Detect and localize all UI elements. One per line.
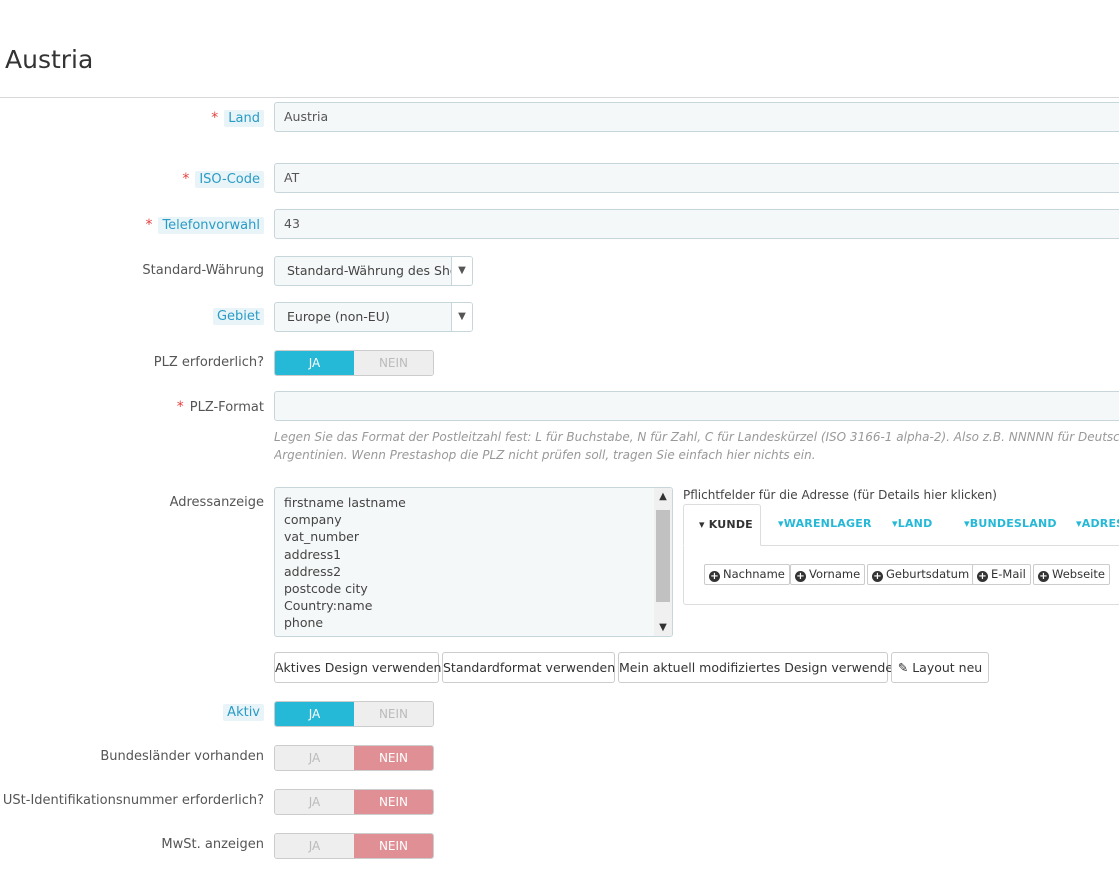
zone-label: Gebiet (212, 308, 264, 325)
address-scrollbar[interactable]: ▲ ▼ (654, 488, 672, 636)
show-tax-label: MwSt. anzeigen (161, 837, 264, 852)
zip-required-yes[interactable]: JA (275, 351, 354, 375)
required-marker: * (182, 171, 190, 187)
land-input[interactable]: Austria (274, 102, 1119, 132)
iso-input[interactable]: AT (274, 163, 1119, 193)
address-line: vat_number (284, 529, 359, 545)
required-fields-link[interactable]: Pflichtfelder für die Adresse (für Detai… (683, 488, 997, 502)
field-button-webseite[interactable]: + Webseite (1033, 564, 1110, 585)
eraser-icon: ✎ (897, 660, 913, 675)
scroll-down-icon[interactable]: ▼ (654, 622, 672, 633)
address-line: firstname lastname (284, 495, 406, 510)
tab-warenlager[interactable]: ▾WARENLAGER (778, 504, 872, 546)
address-field-tabs: ▾ KUNDE ▾WARENLAGER ▾LAND ▾BUNDESLAND ▾A… (683, 504, 1119, 606)
required-marker: * (145, 217, 153, 233)
zone-value: Europe (non-EU) (287, 309, 390, 324)
tel-input[interactable]: 43 (274, 209, 1119, 239)
show-tax-yes[interactable]: JA (275, 834, 354, 858)
chevron-down-icon: ▼ (451, 303, 472, 331)
vat-required-switch[interactable]: JA NEIN (274, 789, 434, 815)
land-label: * Land (211, 110, 264, 127)
states-label: Bundesländer vorhanden (100, 749, 264, 764)
address-line: Country:name (284, 598, 373, 614)
address-line: postcode city (284, 581, 368, 597)
currency-select[interactable]: Standard-Währung des Shops ▼ (274, 256, 473, 286)
show-tax-no[interactable]: NEIN (354, 834, 433, 858)
tab-bundesland[interactable]: ▾BUNDESLAND (964, 504, 1057, 546)
zip-required-no[interactable]: NEIN (354, 351, 433, 375)
vat-required-label: USt-Identifikationsnummer erforderlich? (2, 793, 264, 808)
zip-format-help: Legen Sie das Format der Postleitzahl fe… (274, 430, 1119, 462)
active-switch[interactable]: JA NEIN (274, 701, 434, 727)
page-title: Austria (5, 44, 94, 74)
use-modified-design-button[interactable]: Mein aktuell modifiziertes Design verwen… (618, 652, 901, 683)
vat-required-no[interactable]: NEIN (354, 790, 433, 814)
field-button-vorname[interactable]: + Vorname (790, 564, 866, 585)
address-line: address1 (284, 546, 342, 562)
zip-required-switch[interactable]: JA NEIN (274, 350, 434, 376)
header-divider (0, 97, 1119, 98)
use-default-format-button[interactable]: Standardformat verwenden (442, 652, 615, 683)
iso-label: * ISO-Code (182, 171, 264, 188)
active-no[interactable]: NEIN (354, 702, 433, 726)
currency-value: Standard-Währung des Shops (287, 263, 452, 278)
plus-circle-icon: + (1038, 571, 1049, 582)
states-yes[interactable]: JA (275, 746, 354, 770)
zip-required-label: PLZ erforderlich? (153, 355, 264, 370)
plus-circle-icon: + (795, 571, 806, 582)
zone-select[interactable]: Europe (non-EU) ▼ (274, 302, 473, 332)
address-label: Adressanzeige (169, 495, 264, 510)
scroll-up-icon[interactable]: ▲ (654, 491, 672, 502)
zip-format-input[interactable] (274, 391, 1119, 421)
tel-label: * Telefonvorwahl (145, 217, 264, 234)
field-button-email[interactable]: + E-Mail (972, 564, 1031, 585)
tab-adresse[interactable]: ▾ADRES (1076, 504, 1119, 546)
active-label: Aktiv (223, 704, 264, 721)
states-no[interactable]: NEIN (354, 746, 433, 770)
plus-circle-icon: + (977, 571, 988, 582)
reset-layout-button[interactable]: ✎ Layout neu (891, 652, 989, 683)
tab-kunde[interactable]: ▾ KUNDE (683, 504, 761, 546)
active-yes[interactable]: JA (275, 702, 354, 726)
show-tax-switch[interactable]: JA NEIN (274, 833, 434, 859)
chevron-down-icon: ▼ (451, 257, 472, 285)
use-active-design-button[interactable]: Aktives Design verwenden (274, 652, 441, 683)
zip-format-label: * PLZ-Format (176, 399, 264, 415)
plus-circle-icon: + (872, 571, 883, 582)
address-lines: firstname lastname company vat_number ad… (284, 494, 406, 632)
field-button-nachname[interactable]: + Nachname (704, 564, 790, 585)
address-line: address2 (284, 563, 342, 579)
tab-land[interactable]: ▾LAND (892, 504, 932, 546)
currency-label: Standard-Währung (142, 263, 264, 278)
address-line: company (284, 512, 342, 528)
states-switch[interactable]: JA NEIN (274, 745, 434, 771)
vat-required-yes[interactable]: JA (275, 790, 354, 814)
caret-down-icon: ▾ (699, 518, 709, 531)
required-marker: * (211, 110, 219, 126)
scrollbar-thumb[interactable] (656, 510, 670, 602)
field-button-geburtsdatum[interactable]: + Geburtsdatum (867, 564, 975, 585)
plus-circle-icon: + (709, 571, 720, 582)
address-textarea[interactable]: firstname lastname company vat_number ad… (274, 487, 673, 637)
address-line: phone (284, 615, 324, 631)
required-marker: * (176, 399, 184, 415)
